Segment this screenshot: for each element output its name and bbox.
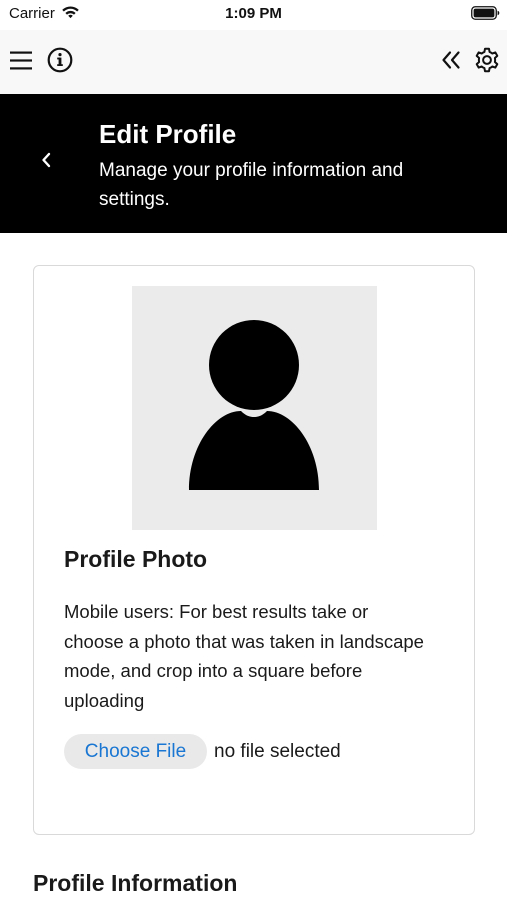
battery-icon: [471, 6, 500, 20]
status-bar: Carrier 1:09 PM: [0, 0, 507, 30]
profile-photo-card: Profile Photo Mobile users: For best res…: [33, 265, 475, 835]
page-title: Edit Profile: [99, 119, 237, 149]
settings-button[interactable]: [472, 43, 502, 77]
menu-button[interactable]: [6, 43, 36, 77]
gear-icon: [475, 47, 499, 73]
status-time: 1:09 PM: [225, 5, 282, 22]
collapse-button[interactable]: [436, 43, 466, 77]
choose-file-button[interactable]: Choose File: [64, 734, 207, 769]
back-button[interactable]: [32, 146, 60, 174]
page-header: Edit Profile Manage your profile informa…: [0, 94, 507, 233]
chevron-left-icon: [42, 152, 51, 168]
page-subtitle: Manage your profile information and sett…: [99, 160, 404, 210]
user-silhouette-icon: [189, 320, 319, 490]
profile-information-heading: Profile Information: [33, 870, 238, 896]
menu-icon: [10, 51, 32, 69]
top-toolbar: [0, 30, 507, 94]
info-button[interactable]: [45, 43, 75, 77]
profile-photo-title: Profile Photo: [64, 546, 208, 572]
file-status-text: no file selected: [214, 741, 341, 762]
profile-photo-help-text: Mobile users: For best results take or c…: [64, 601, 424, 711]
collapse-icon: [442, 51, 460, 69]
avatar-placeholder: [132, 286, 377, 530]
info-icon: [47, 47, 73, 73]
